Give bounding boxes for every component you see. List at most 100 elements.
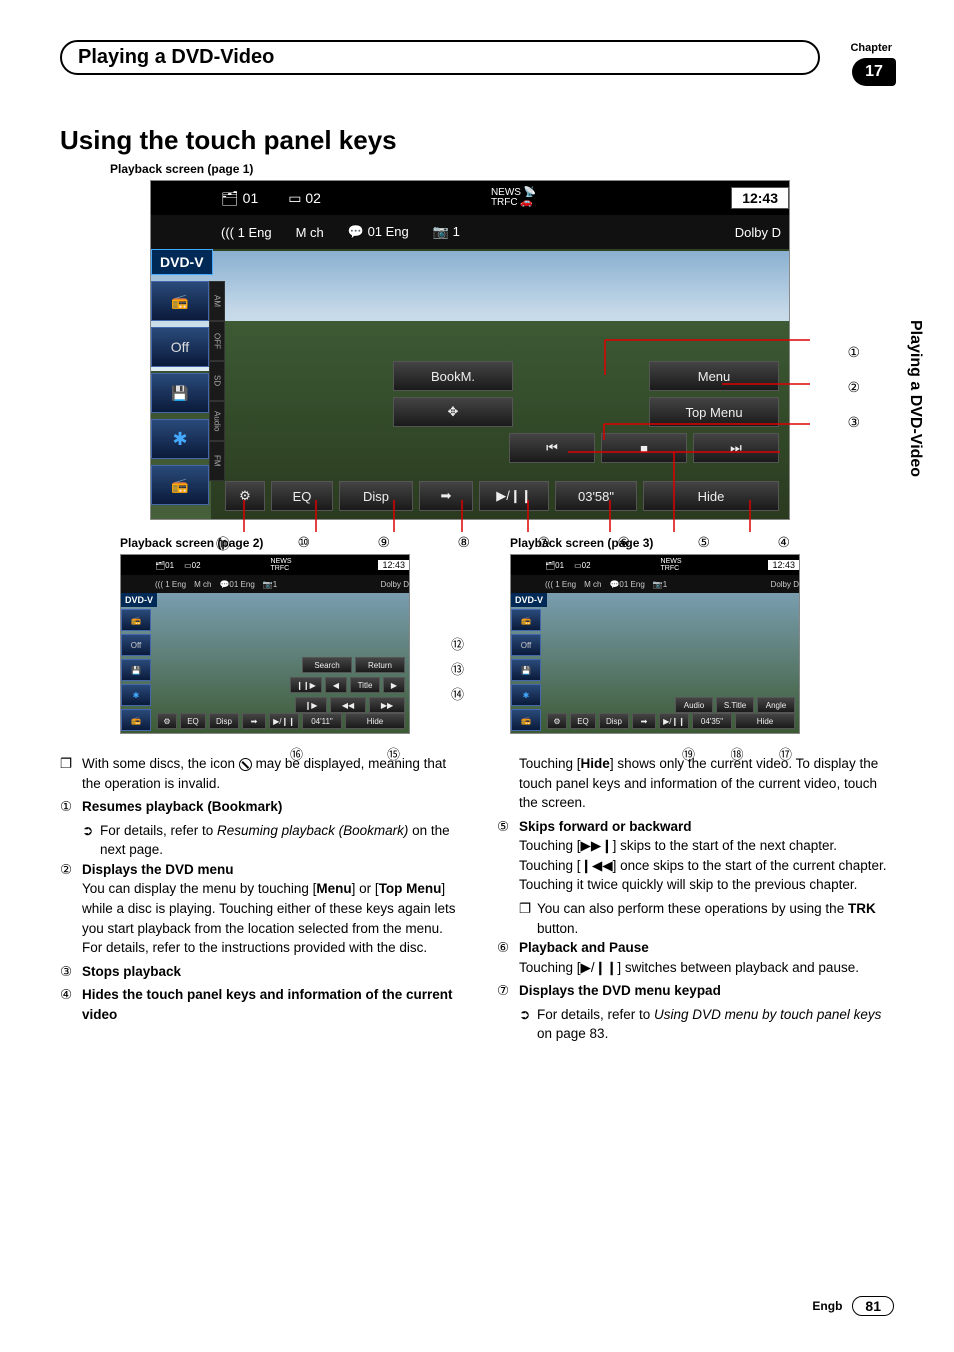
callout-8: ⑧ <box>457 534 470 554</box>
item7-ref: For details, refer to Using DVD menu by … <box>537 1005 894 1044</box>
item2-title: Displays the DVD menu <box>82 862 234 877</box>
playback-screen-1: 🗂 01 ▭ 02 NEWS 📡TRFC 🚗 12:43 ((( 1 Eng M… <box>150 180 790 520</box>
mch-indicator: M ch <box>296 225 324 240</box>
callout-2: ② <box>847 379 860 396</box>
dolby-indicator: Dolby D <box>735 225 781 240</box>
top-strip: 🗂 01 ▭ 02 NEWS 📡TRFC 🚗 12:43 <box>151 181 789 215</box>
slow-button[interactable]: ❙❙▶ <box>290 677 322 693</box>
callout-5: ⑤ <box>697 534 710 554</box>
time-display[interactable]: 03'58" <box>555 481 637 511</box>
menu-button[interactable]: Menu <box>649 361 779 391</box>
footer-lang: Engb <box>812 1299 842 1313</box>
prohibited-icon <box>239 758 252 771</box>
time-3: 04'35" <box>692 713 732 729</box>
src-tab-5[interactable]: 📻 <box>151 465 209 505</box>
callout-4: ④ <box>777 534 790 554</box>
src-tab-bt[interactable]: ✱ <box>151 419 209 459</box>
callout-17: ⑰ <box>779 744 792 763</box>
disp-button[interactable]: Disp <box>339 481 413 511</box>
callout-16: ⑯ <box>290 744 303 763</box>
item6-text: Touching [▶/❙❙] switches between playbac… <box>519 960 859 975</box>
right-column: Touching [Hide] shows only the current v… <box>497 754 894 1044</box>
top-menu-button[interactable]: Top Menu <box>649 397 779 427</box>
side-off[interactable]: OFF <box>209 321 225 361</box>
playback-screen-3: 🗂01▭02NEWSTRFC12:43 ((( 1 EngM ch💬01 Eng… <box>510 554 800 734</box>
news-trfc-indicator: NEWS 📡TRFC 🚗 <box>491 188 536 208</box>
subtitle-lang: 💬 01 Eng <box>348 224 409 240</box>
num-3: ③ <box>60 962 82 982</box>
note-text: With some discs, the icon may be display… <box>82 754 457 793</box>
page-number: 81 <box>852 1296 894 1316</box>
audio-button[interactable]: Audio <box>675 697 713 713</box>
item3-title: Stops playback <box>82 964 181 979</box>
item5-sub: You can also perform these operations by… <box>537 899 894 938</box>
callout-9: ⑨ <box>377 534 390 554</box>
title-prev[interactable]: ◀ <box>325 677 347 693</box>
callout-18: ⑱ <box>730 744 743 763</box>
next-page-button[interactable]: ➡ <box>419 481 473 511</box>
settings-icon[interactable]: ⚙ <box>225 481 265 511</box>
callout-1: ① <box>847 344 860 361</box>
chapter-number-badge: 17 <box>852 58 896 86</box>
item5-text: Touching [▶▶❙] skips to the start of the… <box>519 838 887 892</box>
callout-10: ⑩ <box>297 534 310 554</box>
num-5: ⑤ <box>497 817 519 895</box>
note-box-icon: ❐ <box>60 754 82 793</box>
search-button[interactable]: Search <box>302 657 352 673</box>
side-am[interactable]: AM <box>209 281 225 321</box>
src-tab-off[interactable]: Off <box>151 327 209 367</box>
callout-14: ⑭ <box>451 684 464 703</box>
angle-button[interactable]: Angle <box>757 697 795 713</box>
callout-11: ⑪ <box>216 534 230 554</box>
item7-title: Displays the DVD menu keypad <box>519 983 721 998</box>
next-button[interactable]: ⏭ <box>693 433 779 463</box>
side-tab-label: Playing a DVD-Video <box>906 320 924 477</box>
bookmark-button[interactable]: BookM. <box>393 361 513 391</box>
src-tab-1[interactable]: 📻 <box>151 281 209 321</box>
play-pause-button[interactable]: ▶/❙❙ <box>479 481 549 511</box>
angle-indicator: 📷 1 <box>433 224 460 240</box>
title-next[interactable]: ▶ <box>383 677 405 693</box>
ref-arrow-icon: ➲ <box>82 821 100 860</box>
eq-button[interactable]: EQ <box>271 481 333 511</box>
title-label[interactable]: Title <box>350 677 380 693</box>
stop-button[interactable]: ■ <box>601 433 687 463</box>
dvd-v-label: DVD-V <box>151 249 213 275</box>
callout-7: ⑦ <box>537 534 550 554</box>
callout-6: ⑥ <box>617 534 630 554</box>
clock: 12:43 <box>731 187 789 209</box>
left-source-tabs: 📻 Off 💾 ✱ 📻 <box>151 281 209 505</box>
rewind-button[interactable]: ◀◀ <box>330 697 366 713</box>
stitle-button[interactable]: S.Title <box>716 697 754 713</box>
item1-title: Resumes playback (Bookmark) <box>82 799 282 814</box>
audio-lang: ((( 1 Eng <box>221 225 272 240</box>
item1-ref: For details, refer to Resuming playback … <box>100 821 457 860</box>
callout-13: ⑬ <box>451 659 464 678</box>
num-7: ⑦ <box>497 981 519 1001</box>
chapter-indicator: ▭ 02 <box>288 190 321 207</box>
playback-screen-2: 🗂01▭02NEWSTRFC12:43 ((( 1 EngM ch💬01 Eng… <box>120 554 410 734</box>
arrow-keypad-button[interactable]: ✥ <box>393 397 513 427</box>
item2-text: You can display the menu by touching [Me… <box>82 881 455 955</box>
hide-button[interactable]: Hide <box>643 481 779 511</box>
item4-title: Hides the touch panel keys and informati… <box>82 987 453 1022</box>
callout-19: ⑲ <box>682 744 695 763</box>
ref-arrow-icon-2: ➲ <box>519 1005 537 1044</box>
callout-15: ⑮ <box>387 744 400 763</box>
return-button[interactable]: Return <box>355 657 405 673</box>
side-fm[interactable]: FM <box>209 441 225 481</box>
note-box-icon-2: ❐ <box>519 899 537 938</box>
callout-12: ⑫ <box>451 634 464 653</box>
side-audio[interactable]: Audio <box>209 401 225 441</box>
caption-screen1: Playback screen (page 1) <box>110 162 894 176</box>
prev-button[interactable]: ⏮ <box>509 433 595 463</box>
frame-button[interactable]: ❙▶ <box>295 697 327 713</box>
sub-strip: ((( 1 Eng M ch 💬 01 Eng 📷 1 Dolby D <box>151 215 789 249</box>
num-1: ① <box>60 797 82 817</box>
side-sd[interactable]: SD <box>209 361 225 401</box>
src-tab-sd[interactable]: 💾 <box>151 373 209 413</box>
fastfwd-button[interactable]: ▶▶ <box>369 697 405 713</box>
left-column: ❐ With some discs, the icon may be displ… <box>60 754 457 1044</box>
time-2: 04'11" <box>302 713 342 729</box>
page-title-bar: Playing a DVD-Video <box>60 40 820 75</box>
